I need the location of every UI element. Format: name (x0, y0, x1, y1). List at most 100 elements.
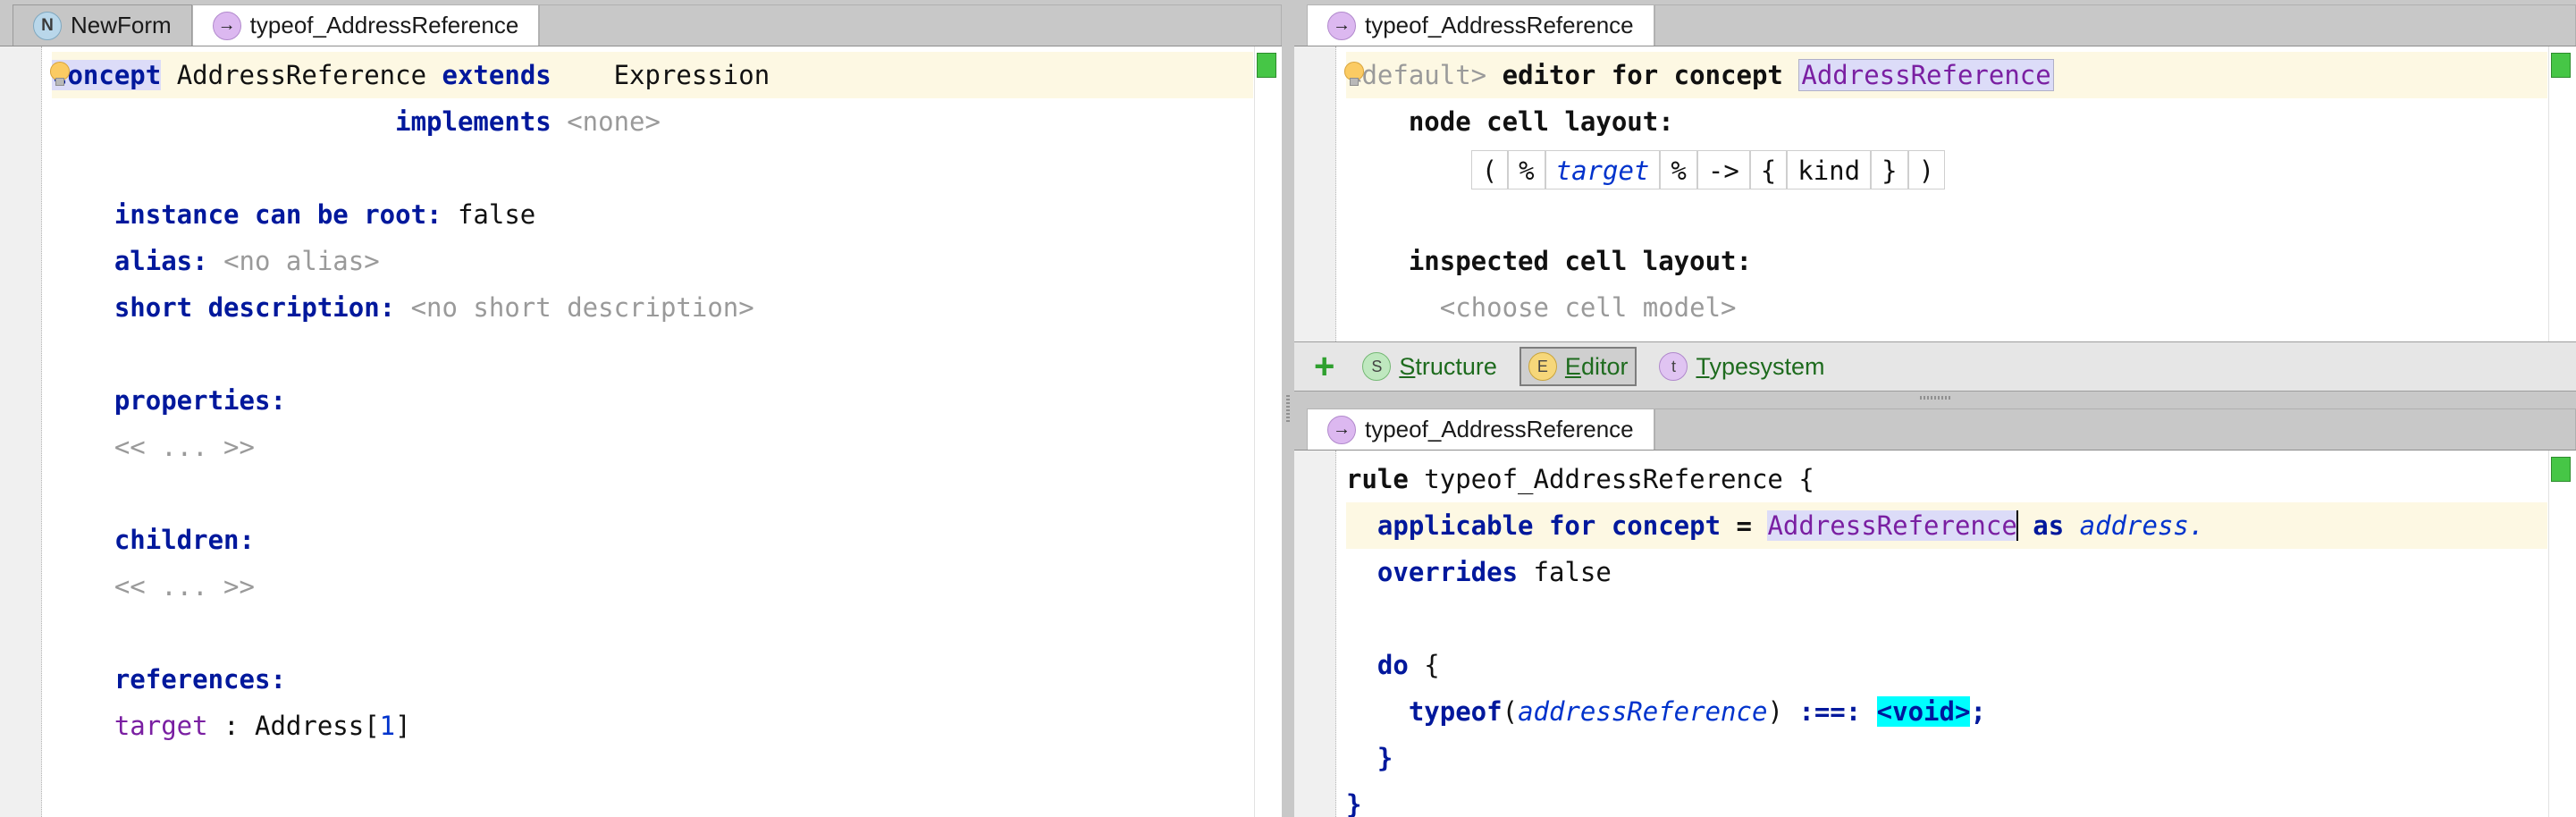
code-token[interactable] (1721, 510, 1736, 541)
code-line[interactable] (1346, 191, 2547, 238)
aspect-tab-typesystem[interactable]: t Typesystem (1651, 348, 1832, 385)
code-token[interactable]: <no alias> (223, 246, 380, 276)
code-token[interactable]: AddressReference (177, 60, 426, 90)
code-line[interactable]: rule typeof_AddressReference { (1346, 456, 2547, 502)
code-token[interactable]: children: (114, 525, 255, 555)
layout-cell[interactable]: kind (1787, 150, 1872, 190)
code-line[interactable]: <default> editor for concept AddressRefe… (1344, 52, 2547, 98)
code-line[interactable]: target : Address[1] (52, 703, 1253, 749)
code-line[interactable]: instance can be root: false (52, 191, 1253, 238)
code-line[interactable]: << ... >> (52, 424, 1253, 470)
cell-layout-row[interactable]: (% target% ->{kind}) (1470, 150, 1946, 190)
typesystem-code-pane[interactable]: rule typeof_AddressReference { applicabl… (1294, 451, 2576, 817)
code-token[interactable]: = (1737, 510, 1752, 541)
code-token[interactable] (426, 60, 442, 90)
code-token[interactable] (551, 60, 614, 90)
code-token[interactable]: references: (114, 664, 286, 695)
layout-cell[interactable]: ( (1470, 150, 1509, 190)
code-line[interactable]: node cell layout: (1346, 98, 2547, 145)
code-token[interactable]: << ... >> (114, 571, 255, 602)
code-token[interactable]: ) (1767, 696, 1798, 727)
layout-cell[interactable]: ) (1907, 150, 1946, 190)
code-token[interactable]: typeof_AddressReference { (1409, 464, 1814, 494)
code-line[interactable]: do { (1346, 642, 2547, 688)
code-token[interactable] (161, 60, 176, 90)
code-token[interactable]: target (114, 711, 208, 741)
code-token[interactable]: typeof (1409, 696, 1503, 727)
tab-newform[interactable]: N NewForm (13, 4, 192, 46)
code-line[interactable]: << ... >> (52, 563, 1253, 610)
layout-cell[interactable]: } (1871, 150, 1908, 190)
code-token[interactable]: implements (395, 106, 551, 137)
code-token[interactable]: } (1346, 789, 1361, 817)
code-token[interactable]: do (1377, 650, 1409, 680)
code-line[interactable] (52, 470, 1253, 517)
code-token[interactable]: } (1377, 743, 1393, 773)
code-token[interactable] (1486, 60, 1502, 90)
code-line[interactable]: concept AddressReference extends Express… (50, 52, 1253, 98)
code-token[interactable]: :==: (1798, 696, 1861, 727)
code-line[interactable]: } (1346, 735, 2547, 781)
code-token[interactable]: rule (1346, 464, 1409, 494)
layout-cell[interactable]: { (1749, 150, 1788, 190)
code-token[interactable] (208, 246, 223, 276)
code-line[interactable]: alias: <no alias> (52, 238, 1253, 284)
code-token[interactable] (1752, 510, 1767, 541)
code-token[interactable]: ( (1503, 696, 1518, 727)
code-token[interactable]: AddressReference (1767, 510, 2017, 541)
code-line[interactable]: children: (52, 517, 1253, 563)
code-line[interactable] (52, 145, 1253, 191)
code-line[interactable] (52, 331, 1253, 377)
right-gutter-markers[interactable] (1254, 46, 1282, 817)
code-token[interactable]: overrides (1377, 557, 1518, 587)
tab-editor-typeof-addressreference[interactable]: → typeof_AddressReference (1307, 4, 1654, 46)
code-line[interactable]: short description: <no short description… (52, 284, 1253, 331)
code-line[interactable]: applicable for concept = AddressReferenc… (1346, 502, 2547, 549)
horizontal-splitter[interactable] (1294, 392, 2576, 404)
code-token[interactable]: <void> (1876, 696, 1971, 727)
code-token[interactable]: instance can be root: (114, 199, 442, 230)
code-token[interactable]: false (1518, 557, 1612, 587)
code-token[interactable]: <no short description> (411, 292, 754, 323)
code-token[interactable]: : Address[ (208, 711, 380, 741)
layout-cell[interactable]: -> (1696, 150, 1750, 190)
code-token[interactable]: ; (1970, 696, 1985, 727)
layout-cell[interactable]: % (1508, 150, 1545, 190)
structure-code[interactable]: concept AddressReference extends Express… (50, 52, 1253, 749)
vertical-splitter[interactable] (1282, 0, 1294, 817)
code-line[interactable] (52, 610, 1253, 656)
intention-bulb-icon[interactable] (50, 62, 70, 86)
code-token[interactable]: AddressReference (1798, 59, 2054, 91)
code-token[interactable] (1861, 696, 1876, 727)
aspect-tab-structure[interactable]: S Structure (1354, 348, 1505, 385)
code-line[interactable]: references: (52, 656, 1253, 703)
code-token[interactable] (551, 106, 567, 137)
code-token[interactable]: properties: (114, 385, 286, 416)
code-token[interactable]: applicable for concept (1377, 510, 1721, 541)
code-token[interactable]: <default> (1346, 60, 1486, 90)
code-token[interactable]: as (2033, 510, 2064, 541)
layout-cell[interactable]: target (1545, 150, 1661, 190)
code-token[interactable]: extends (442, 60, 551, 90)
tab-typesystem-typeof-addressreference[interactable]: → typeof_AddressReference (1307, 408, 1654, 450)
code-token[interactable]: node cell layout: (1409, 106, 1674, 137)
right-gutter-markers[interactable] (2548, 451, 2576, 817)
code-line[interactable]: properties: (52, 377, 1253, 424)
code-line[interactable]: (% target% ->{kind}) (1346, 145, 2547, 191)
code-line[interactable]: typeof(addressReference) :==: <void>; (1346, 688, 2547, 735)
typesystem-code[interactable]: rule typeof_AddressReference { applicabl… (1346, 456, 2547, 817)
aspect-tab-editor[interactable]: E Editor (1519, 347, 1637, 386)
code-line[interactable]: inspected cell layout: (1346, 238, 2547, 284)
code-token[interactable]: << ... >> (114, 432, 255, 462)
code-token[interactable]: alias: (114, 246, 208, 276)
editor-code-pane[interactable]: <default> editor for concept AddressRefe… (1294, 46, 2576, 341)
layout-cell[interactable]: % (1660, 150, 1697, 190)
code-token[interactable] (1783, 60, 1798, 90)
code-token[interactable] (2017, 510, 2033, 541)
code-token[interactable]: false (442, 199, 535, 230)
code-token[interactable] (395, 292, 410, 323)
code-line[interactable]: overrides false (1346, 549, 2547, 595)
code-token[interactable]: { (1409, 650, 1439, 680)
code-token[interactable]: address. (2080, 510, 2205, 541)
code-line[interactable] (1346, 595, 2547, 642)
